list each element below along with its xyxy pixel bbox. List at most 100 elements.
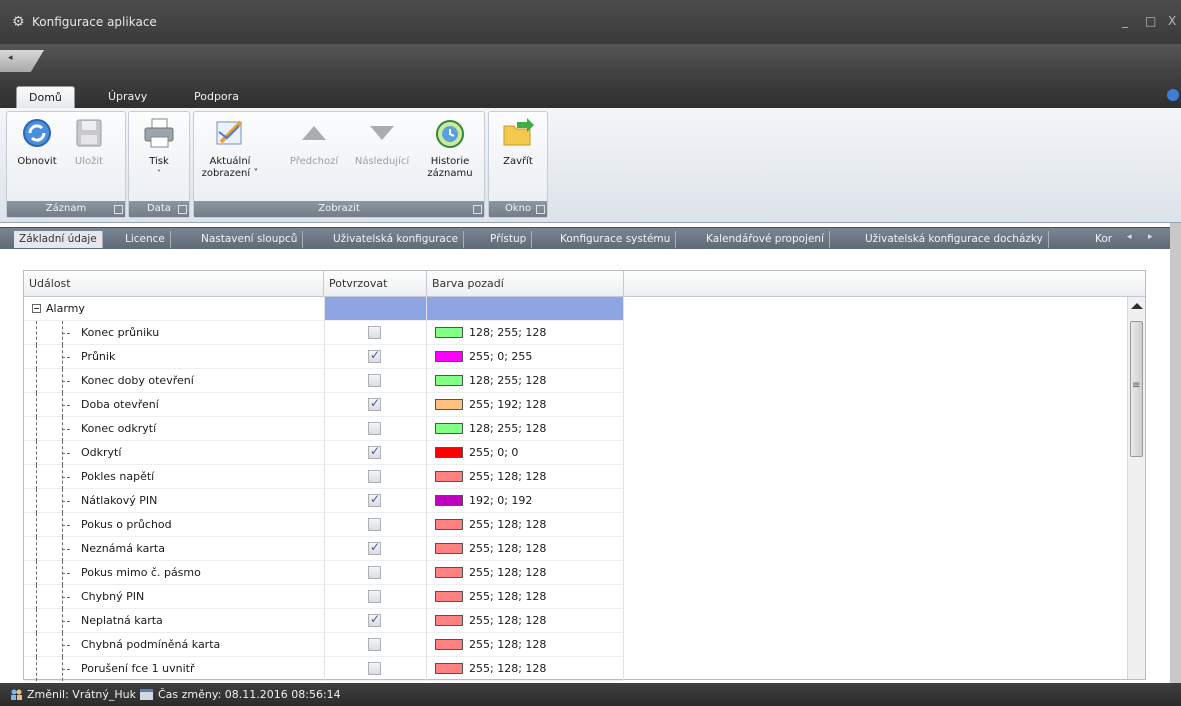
event-cell: Doba otevření — [24, 393, 324, 417]
table-row[interactable]: Doba otevření 255; 192; 128 — [24, 393, 1127, 417]
table-row[interactable]: Konec průniku 128; 255; 128 — [24, 321, 1127, 345]
color-swatch — [435, 543, 463, 554]
color-cell[interactable]: 128; 255; 128 — [427, 417, 624, 441]
outer-scroll-strip[interactable] — [1170, 223, 1181, 683]
confirm-checkbox[interactable] — [368, 374, 381, 387]
color-cell[interactable]: 255; 128; 128 — [427, 585, 624, 609]
table-row[interactable]: Neplatná karta 255; 128; 128 — [24, 609, 1127, 633]
group-okno: Zavřít Okno — [488, 111, 548, 218]
tab-konfigurace-systemu[interactable]: Konfigurace systému — [555, 231, 677, 248]
next-button[interactable]: Následující — [350, 116, 414, 168]
current-view-button[interactable]: Aktuální zobrazení ˅ — [198, 116, 262, 180]
table-row[interactable]: Chybný PIN 255; 128; 128 — [24, 585, 1127, 609]
color-cell[interactable]: 255; 128; 128 — [427, 513, 624, 537]
color-cell[interactable]: 255; 128; 128 — [427, 657, 624, 681]
table-row[interactable]: Pokles napětí 255; 128; 128 — [24, 465, 1127, 489]
table-row[interactable]: Odkrytí 255; 0; 0 — [24, 441, 1127, 465]
tab-uzivatelska-konfigurace-dochazky[interactable]: Uživatelská konfigurace docházky — [860, 231, 1049, 248]
table-row[interactable]: Konec odkrytí 128; 255; 128 — [24, 417, 1127, 441]
current-view-label-2: zobrazení ˅ — [201, 168, 259, 179]
confirm-checkbox[interactable] — [368, 470, 381, 483]
confirm-checkbox[interactable] — [368, 566, 381, 579]
confirm-checkbox[interactable] — [368, 590, 381, 603]
help-icon[interactable] — [1167, 89, 1179, 101]
color-cell[interactable]: 255; 128; 128 — [427, 465, 624, 489]
record-history-button[interactable]: Historie záznamu — [422, 116, 478, 180]
table-row[interactable]: Chybná podmíněná karta 255; 128; 128 — [24, 633, 1127, 657]
color-value: 255; 128; 128 — [469, 470, 547, 483]
scrollbar-thumb[interactable] — [1130, 321, 1143, 457]
calendar-icon — [140, 689, 153, 700]
column-header-barva-pozadi[interactable]: Barva pozadí — [427, 271, 624, 297]
close-button[interactable]: X — [1168, 14, 1176, 28]
minimize-button[interactable]: _ — [1122, 14, 1128, 28]
table-row[interactable]: Nátlakový PIN 192; 0; 192 — [24, 489, 1127, 513]
scroll-up-icon[interactable] — [1131, 303, 1143, 309]
event-cell: Průnik — [24, 345, 324, 369]
tab-kalendarove-propojeni[interactable]: Kalendářové propojení — [701, 231, 831, 248]
previous-button[interactable]: Předchozí — [282, 116, 346, 168]
color-swatch — [435, 351, 463, 362]
color-cell[interactable]: 255; 0; 0 — [427, 441, 624, 465]
tab-upravy[interactable]: Úpravy — [96, 86, 159, 108]
tab-zakladni-udaje[interactable]: Základní údaje — [14, 231, 103, 248]
collapse-icon[interactable] — [32, 304, 41, 313]
print-button[interactable]: Tisk ˅ — [135, 116, 183, 180]
tab-uzivatelska-konfigurace[interactable]: Uživatelská konfigurace — [328, 231, 465, 248]
table-row[interactable]: Pokus o průchod 255; 128; 128 — [24, 513, 1127, 537]
color-cell[interactable]: 255; 128; 128 — [427, 609, 624, 633]
color-cell[interactable]: 255; 128; 128 — [427, 561, 624, 585]
confirm-checkbox[interactable] — [368, 540, 381, 555]
tabs-scroll-left-icon[interactable]: ◂ — [1127, 232, 1132, 242]
confirm-checkbox[interactable] — [368, 326, 381, 339]
column-header-potvrzovat[interactable]: Potvrzovat — [324, 271, 427, 297]
group-launcher-data[interactable] — [178, 205, 187, 214]
quick-access-button[interactable]: ◂ — [0, 50, 44, 72]
vertical-scrollbar[interactable] — [1127, 297, 1145, 679]
confirm-checkbox[interactable] — [368, 662, 381, 675]
tab-licence[interactable]: Licence — [120, 231, 171, 248]
group-launcher-zaznam[interactable] — [114, 205, 123, 214]
color-cell[interactable]: 255; 0; 255 — [427, 345, 624, 369]
color-cell[interactable]: 128; 255; 128 — [427, 321, 624, 345]
color-cell[interactable]: 255; 128; 128 — [427, 633, 624, 657]
group-row-alarmy[interactable]: Alarmy — [24, 297, 1127, 321]
confirm-checkbox[interactable] — [368, 396, 381, 411]
column-header-udalost[interactable]: Událost — [24, 271, 324, 297]
confirm-checkbox[interactable] — [368, 518, 381, 531]
tab-podpora[interactable]: Podpora — [182, 86, 251, 108]
color-value: 255; 192; 128 — [469, 398, 547, 411]
confirm-checkbox[interactable] — [368, 612, 381, 627]
table-row[interactable]: Průnik 255; 0; 255 — [24, 345, 1127, 369]
event-name: Konec odkrytí — [81, 422, 157, 435]
close-window-button[interactable]: Zavřít — [495, 116, 541, 168]
table-row[interactable]: Porušení fce 1 uvnitř 255; 128; 128 — [24, 657, 1127, 681]
table-row[interactable]: Neznámá karta 255; 128; 128 — [24, 537, 1127, 561]
confirm-checkbox[interactable] — [368, 638, 381, 651]
confirm-checkbox[interactable] — [368, 348, 381, 363]
table-row[interactable]: Konec doby otevření 128; 255; 128 — [24, 369, 1127, 393]
tab-domu[interactable]: Domů — [16, 86, 75, 108]
confirm-checkbox[interactable] — [368, 492, 381, 507]
tabs-scroll-right-icon[interactable]: ▸ — [1148, 232, 1153, 242]
table-row[interactable]: Pokus mimo č. pásmo 255; 128; 128 — [24, 561, 1127, 585]
color-cell[interactable]: 128; 255; 128 — [427, 369, 624, 393]
confirm-checkbox[interactable] — [368, 422, 381, 435]
color-cell[interactable]: 192; 0; 192 — [427, 489, 624, 513]
refresh-button[interactable]: Obnovit — [11, 116, 63, 168]
tab-kor[interactable]: Kor — [1090, 231, 1117, 248]
event-cell: Konec doby otevření — [24, 369, 324, 393]
maximize-button[interactable]: □ — [1145, 14, 1156, 28]
color-cell[interactable]: 255; 128; 128 — [427, 537, 624, 561]
event-name: Odkrytí — [81, 446, 122, 459]
group-launcher-zobrazit[interactable] — [473, 205, 482, 214]
group-label-zobrazit: Zobrazit — [194, 201, 484, 217]
save-button[interactable]: Uložit — [69, 116, 109, 168]
color-cell[interactable]: 255; 192; 128 — [427, 393, 624, 417]
group-color-cell — [427, 297, 624, 321]
print-dropdown-icon[interactable]: ˅ — [135, 168, 183, 180]
confirm-checkbox[interactable] — [368, 444, 381, 459]
group-launcher-okno[interactable] — [536, 205, 545, 214]
tab-nastaveni-sloupcu[interactable]: Nastavení sloupců — [196, 231, 304, 248]
tab-pristup[interactable]: Přístup — [485, 231, 533, 248]
